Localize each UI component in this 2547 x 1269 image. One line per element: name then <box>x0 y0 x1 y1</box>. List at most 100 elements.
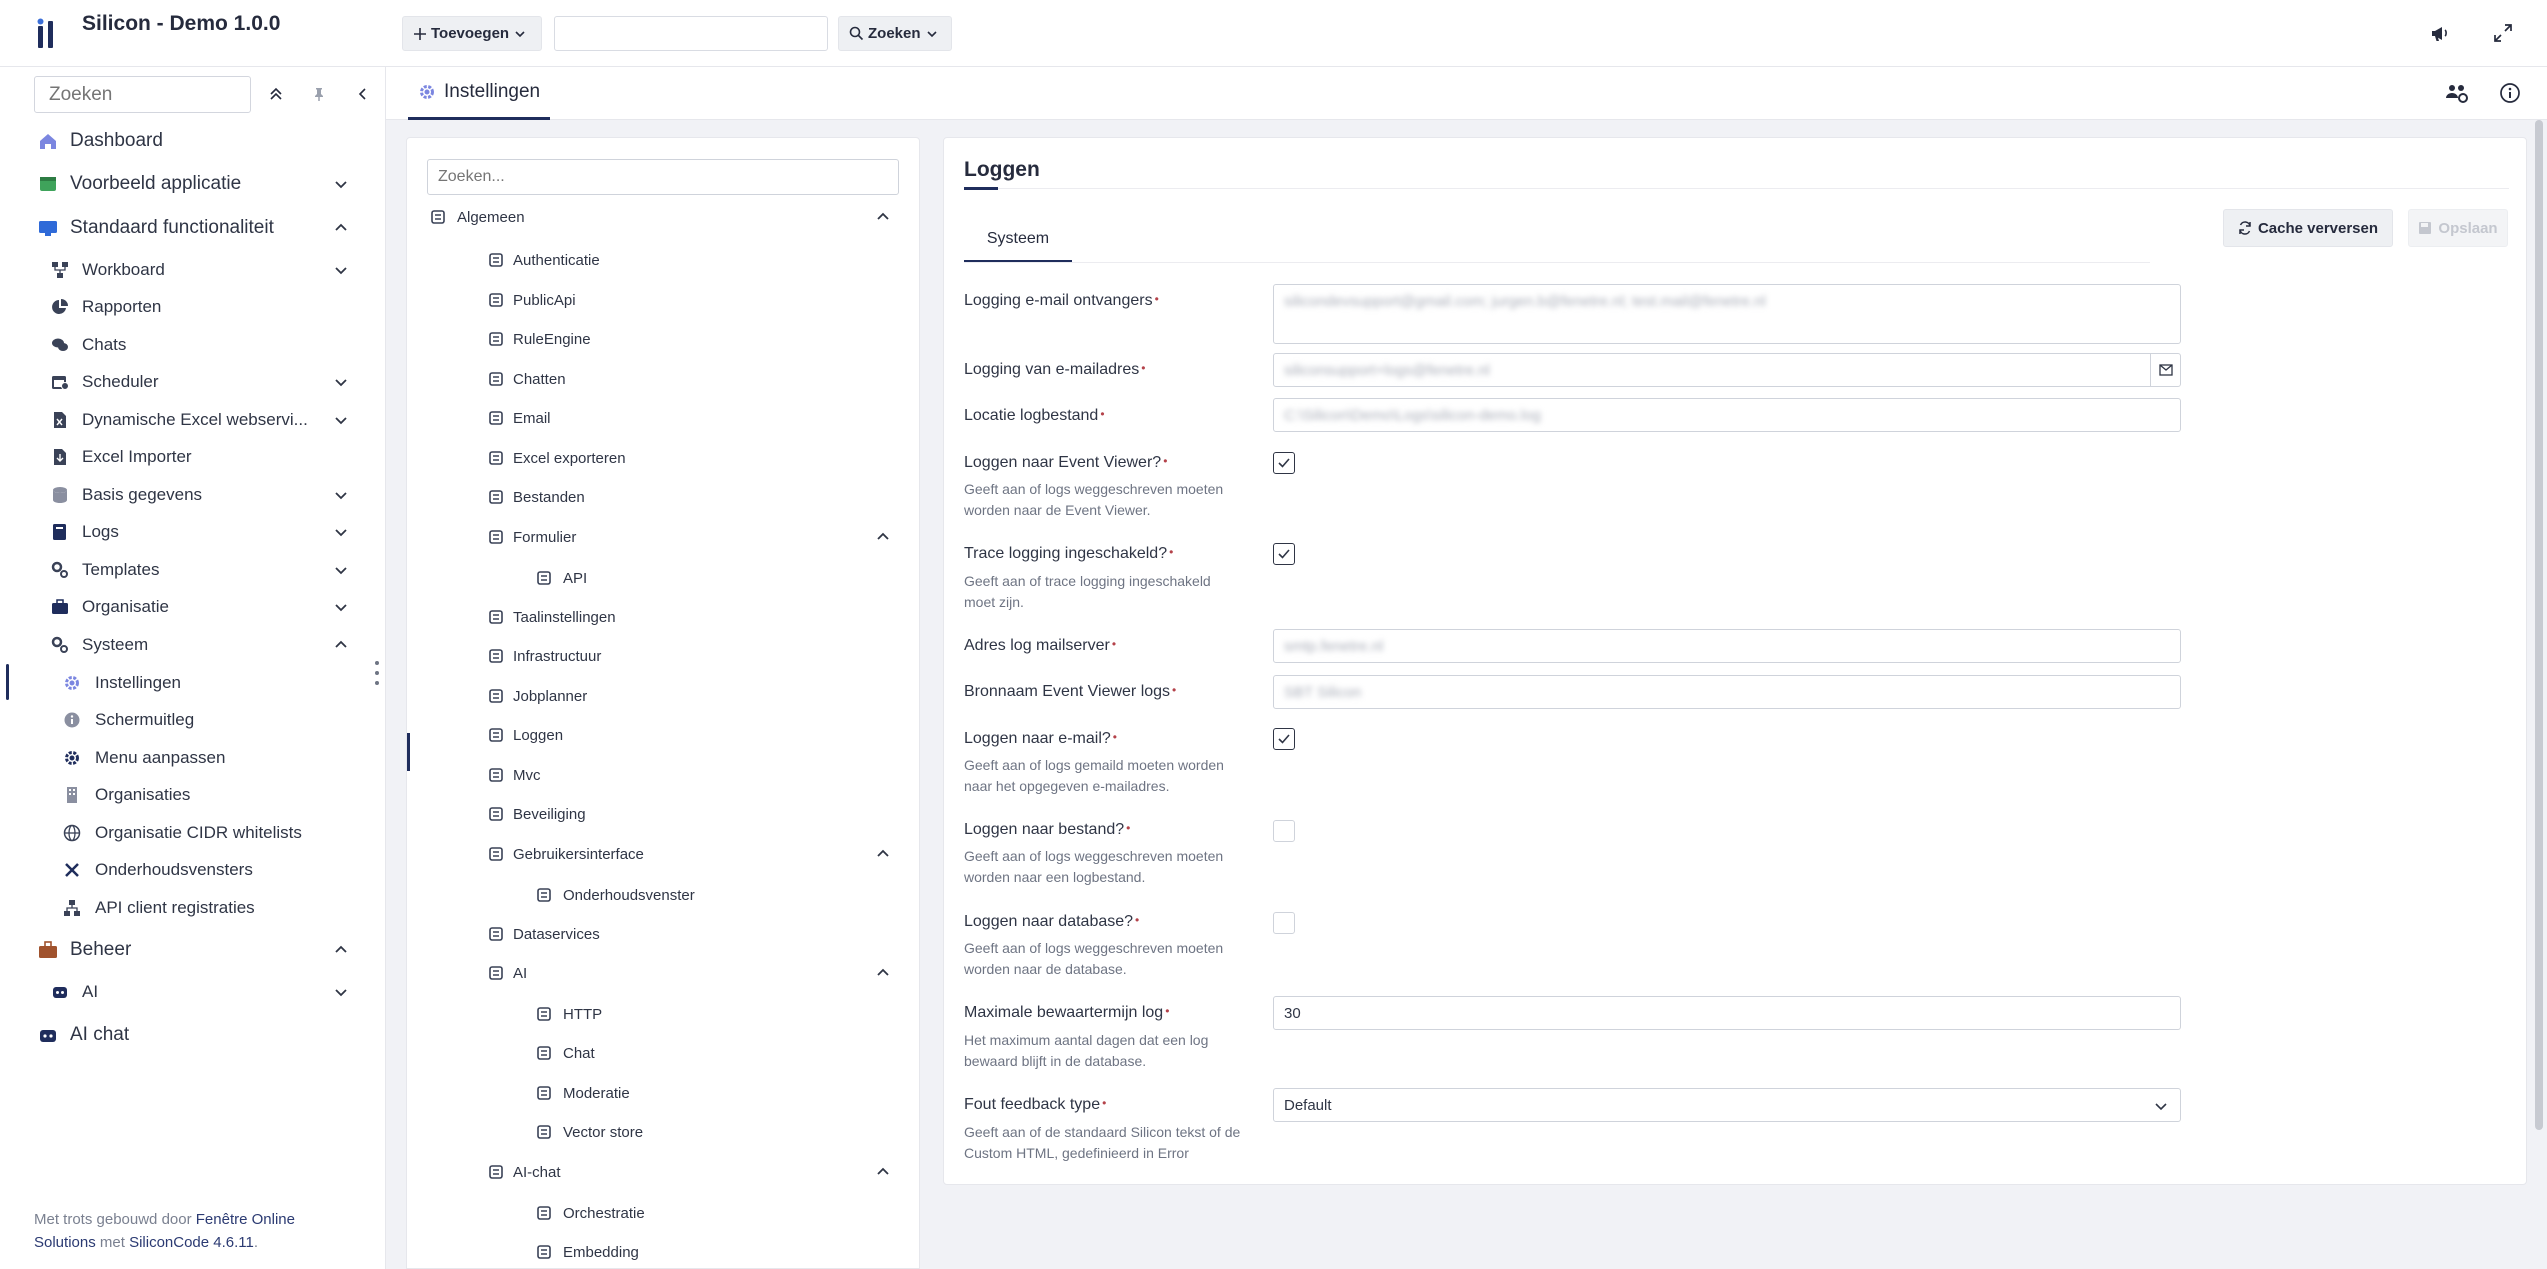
tree-item[interactable]: Infrastructuur <box>407 641 919 671</box>
event-viewer-checkbox[interactable] <box>1273 452 1295 474</box>
sidebar-item-organisaties[interactable]: Organisaties <box>0 778 386 812</box>
chevron-down-icon[interactable] <box>330 484 352 506</box>
save-button[interactable]: Opslaan <box>2408 209 2508 247</box>
event-source-field[interactable]: SBT Silicon <box>1273 675 2181 709</box>
tree-item[interactable]: Authenticatie <box>407 245 919 275</box>
chevron-down-icon[interactable] <box>330 409 352 431</box>
collapse-all-icon[interactable] <box>265 83 287 105</box>
tree-item[interactable]: Formulier <box>407 522 919 552</box>
tree-item[interactable]: Embedding <box>407 1237 919 1267</box>
tree-item[interactable]: API <box>407 563 919 593</box>
sidebar-item-instellingen[interactable]: Instellingen <box>0 666 386 700</box>
chevron-down-icon[interactable] <box>330 559 352 581</box>
tree-item[interactable]: Excel exporteren <box>407 443 919 473</box>
log-location-field[interactable]: C:\Silicon\Demo\Logs\silicon-demo.log <box>1273 398 2181 432</box>
sidebar-item-menu-aanpassen[interactable]: Menu aanpassen <box>0 741 386 775</box>
chevron-up-icon[interactable] <box>873 207 893 227</box>
tree-item[interactable]: RuleEngine <box>407 324 919 354</box>
sidebar-item-ai-chat[interactable]: AI chat <box>0 1018 386 1052</box>
sidebar-item-standaard-functionaliteit[interactable]: Standaard functionaliteit <box>0 211 386 245</box>
tree-item[interactable]: Onderhoudsvenster <box>407 880 919 910</box>
email-from-field[interactable]: siliconsupport+logs@fenetre.nl <box>1273 353 2181 387</box>
sidebar-item-schermuitleg[interactable]: Schermuitleg <box>0 703 386 737</box>
chevron-down-icon[interactable] <box>330 981 352 1003</box>
email-receivers-field[interactable]: silicondevsupport@gmail.com; jurgen.b@fe… <box>1273 284 2181 344</box>
chevron-up-icon[interactable] <box>330 939 352 961</box>
tree-item[interactable]: AI <box>407 958 919 988</box>
chevron-down-icon[interactable] <box>330 173 352 195</box>
tree-item[interactable]: Taalinstellingen <box>407 602 919 632</box>
tree-item[interactable]: Gebruikersinterface <box>407 839 919 869</box>
sidebar-item-excel-importer[interactable]: Excel Importer <box>0 440 386 474</box>
robot-icon <box>37 1024 59 1046</box>
app-logo[interactable] <box>36 18 58 50</box>
sidebar-item-dynamische-excel[interactable]: Dynamische Excel webservi... <box>0 403 386 437</box>
log-email-checkbox[interactable] <box>1273 728 1295 750</box>
chevron-down-icon[interactable] <box>330 371 352 393</box>
sidebar-item-systeem[interactable]: Systeem <box>0 628 386 662</box>
sidebar-item-basis-gegevens[interactable]: Basis gegevens <box>0 478 386 512</box>
chevron-up-icon[interactable] <box>873 963 893 983</box>
users-gear-icon[interactable] <box>2444 80 2470 106</box>
sidebar-item-dashboard[interactable]: Dashboard <box>0 124 386 158</box>
tree-item[interactable]: HTTP <box>407 999 919 1029</box>
tree-item[interactable]: Chat <box>407 1038 919 1068</box>
sidebar-item-scheduler[interactable]: Scheduler <box>0 365 386 399</box>
tree-item[interactable]: Beveiliging <box>407 799 919 829</box>
tree-item[interactable]: Orchestratie <box>407 1198 919 1228</box>
tree-item[interactable]: AI-chat <box>407 1157 919 1187</box>
sidebar-item-ai[interactable]: AI <box>0 975 386 1009</box>
chevron-down-icon[interactable] <box>330 521 352 543</box>
pin-icon[interactable] <box>308 83 330 105</box>
sidebar-search-input[interactable] <box>34 76 251 113</box>
megaphone-icon[interactable] <box>2427 20 2453 46</box>
sidebar-item-cidr-whitelists[interactable]: Organisatie CIDR whitelists <box>0 816 386 850</box>
refresh-cache-button[interactable]: Cache verversen <box>2223 209 2393 247</box>
log-db-checkbox[interactable] <box>1273 912 1295 934</box>
mailserver-field[interactable]: smtp.fenetre.nl <box>1273 629 2181 663</box>
chevron-up-icon[interactable] <box>330 217 352 239</box>
sidebar-item-workboard[interactable]: Workboard <box>0 253 386 287</box>
tree-item[interactable]: Bestanden <box>407 482 919 512</box>
retention-field[interactable]: 30 <box>1273 996 2181 1030</box>
tree-item[interactable]: Algemeen <box>407 202 919 232</box>
sidebar-item-beheer[interactable]: Beheer <box>0 933 386 967</box>
tree-item[interactable]: Loggen <box>407 720 919 750</box>
top-search-input[interactable] <box>554 16 828 51</box>
sidebar-item-onderhoudsvensters[interactable]: Onderhoudsvensters <box>0 853 386 887</box>
log-file-checkbox[interactable] <box>1273 820 1295 842</box>
sidebar-item-api-client-registraties[interactable]: API client registraties <box>0 891 386 925</box>
add-button[interactable]: Toevoegen <box>402 16 542 51</box>
tree-item[interactable]: Dataservices <box>407 919 919 949</box>
info-icon[interactable] <box>2497 80 2523 106</box>
chevron-up-icon[interactable] <box>873 1162 893 1182</box>
sidebar-item-chats[interactable]: Chats <box>0 328 386 362</box>
sidebar-item-voorbeeld-applicatie[interactable]: Voorbeeld applicatie <box>0 167 386 201</box>
tree-item[interactable]: Moderatie <box>407 1078 919 1108</box>
sidebar-item-rapporten[interactable]: Rapporten <box>0 290 386 324</box>
page-scrollbar[interactable] <box>2535 120 2543 1130</box>
tree-item[interactable]: PublicApi <box>407 285 919 315</box>
trace-checkbox[interactable] <box>1273 543 1295 565</box>
tree-item[interactable]: Vector store <box>407 1117 919 1147</box>
tab-systeem[interactable]: Systeem <box>964 217 1072 263</box>
tree-search-input[interactable] <box>427 159 899 195</box>
expand-icon[interactable] <box>2490 20 2516 46</box>
chevron-up-icon[interactable] <box>330 634 352 656</box>
chevron-up-icon[interactable] <box>873 844 893 864</box>
product-link[interactable]: SiliconCode 4.6.11 <box>129 1234 254 1251</box>
tree-item[interactable]: Jobplanner <box>407 681 919 711</box>
feedback-type-select[interactable]: Default <box>1273 1088 2181 1122</box>
tree-item[interactable]: Email <box>407 403 919 433</box>
tree-item[interactable]: Mvc <box>407 760 919 790</box>
search-button[interactable]: Zoeken <box>838 16 952 51</box>
chevron-up-icon[interactable] <box>873 527 893 547</box>
tree-item[interactable]: Chatten <box>407 364 919 394</box>
sidebar-item-logs[interactable]: Logs <box>0 515 386 549</box>
tab-instellingen[interactable]: Instellingen <box>408 67 550 120</box>
chevron-down-icon[interactable] <box>330 259 352 281</box>
sidebar-item-organisatie[interactable]: Organisatie <box>0 590 386 624</box>
collapse-sidebar-icon[interactable] <box>352 83 374 105</box>
chevron-down-icon[interactable] <box>330 596 352 618</box>
sidebar-item-templates[interactable]: Templates <box>0 553 386 587</box>
